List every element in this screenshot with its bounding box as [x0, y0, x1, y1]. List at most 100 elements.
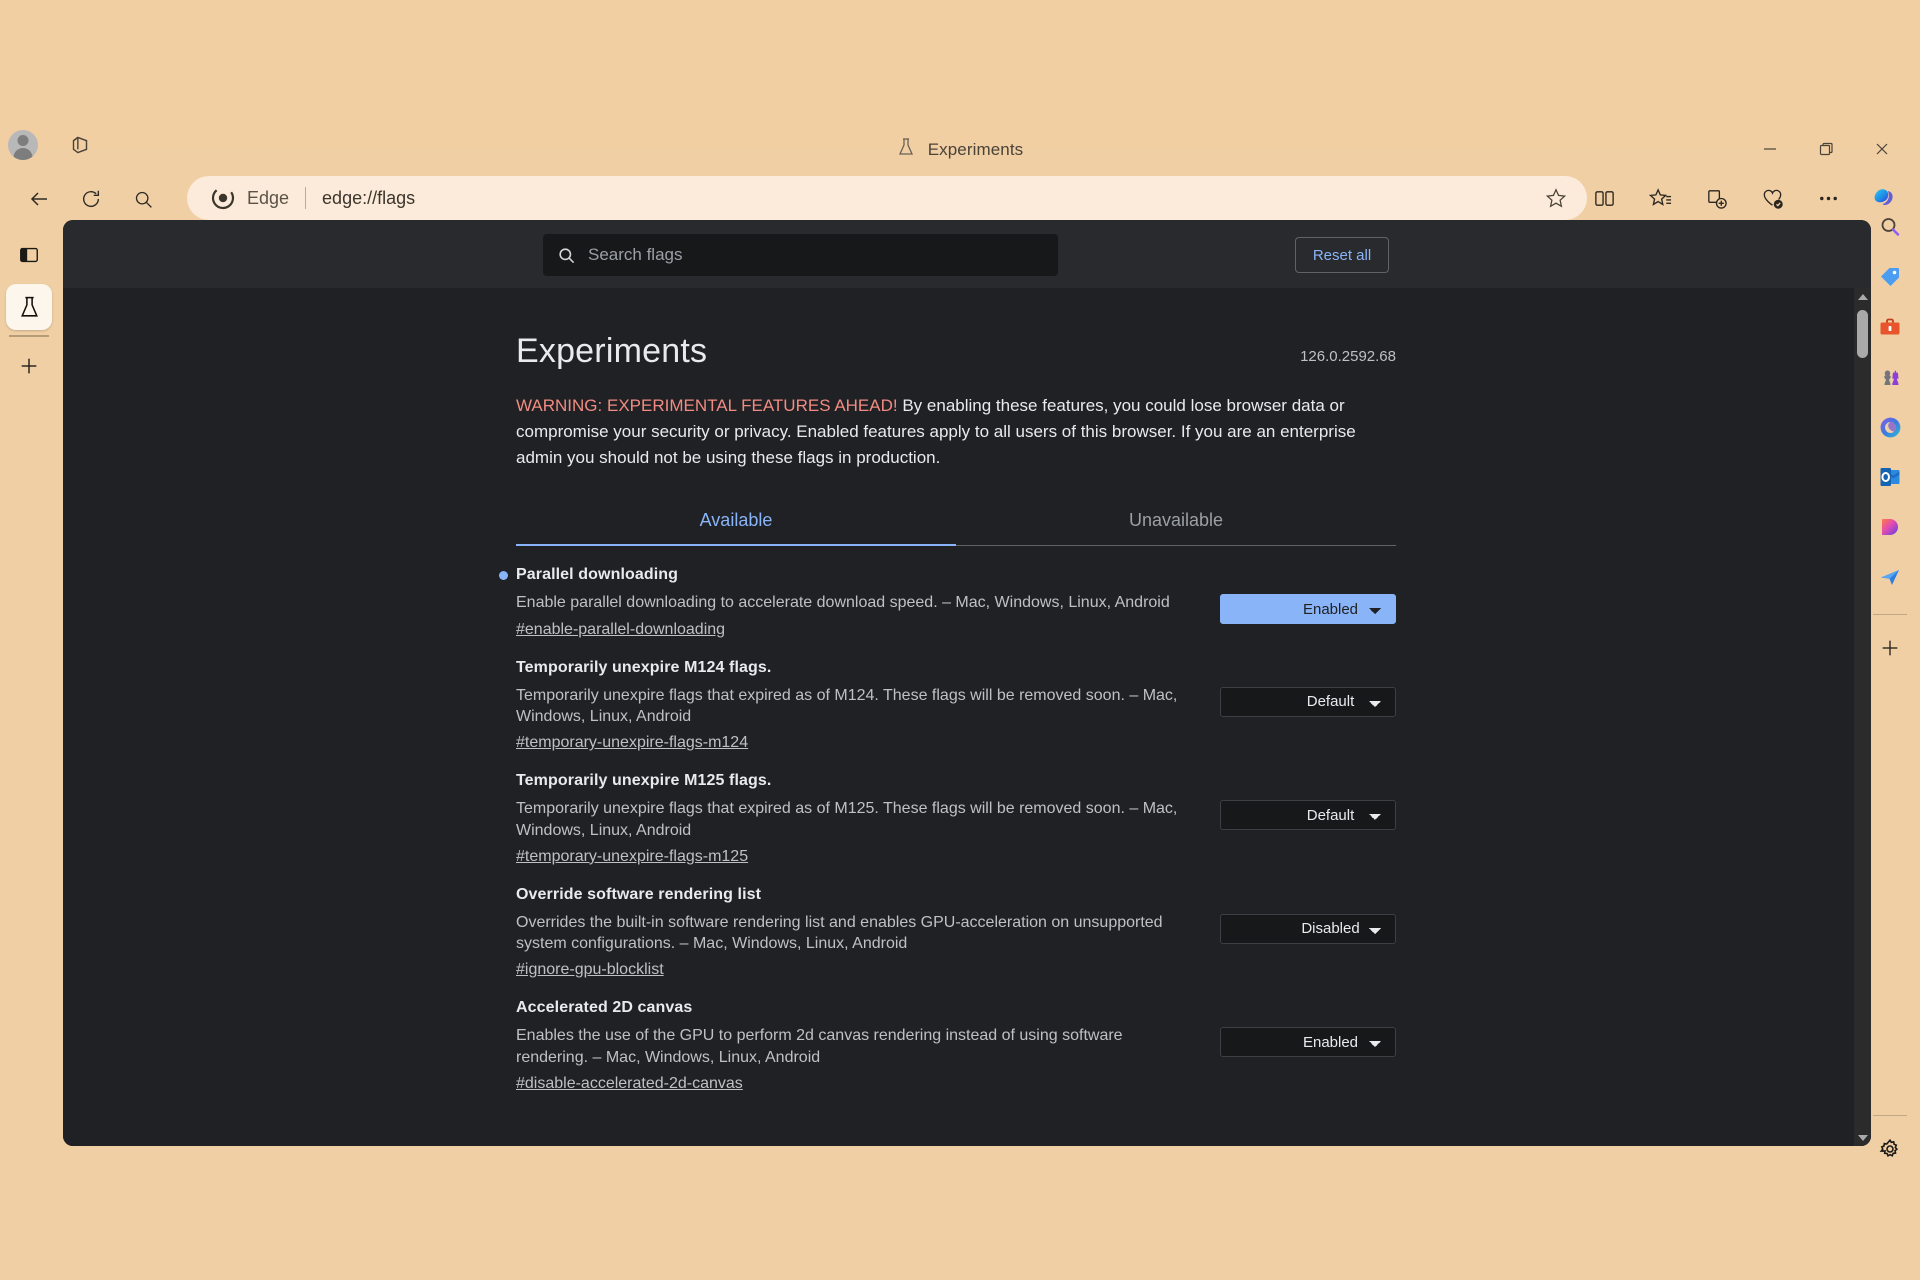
rail-divider [1873, 614, 1907, 615]
tab-title-text: Experiments [928, 140, 1024, 160]
flag-title: Override software rendering list [516, 886, 1199, 904]
scrollbar-thumb[interactable] [1857, 310, 1868, 358]
flag-info: Parallel downloading Enable parallel down… [516, 566, 1199, 638]
designer-icon[interactable] [1867, 504, 1913, 550]
title-bar: Experiments [0, 0, 1920, 148]
flag-select-wrapper: DefaultEnabledDisabled [1220, 999, 1396, 1057]
flag-select-wrapper: DefaultEnabledDisabled [1220, 886, 1396, 944]
games-icon[interactable] [1867, 354, 1913, 400]
browser-window: Experiments [0, 0, 1920, 1280]
back-button[interactable] [18, 178, 60, 220]
flags-tabs: Available Unavailable [516, 500, 1396, 546]
add-icon[interactable] [6, 343, 52, 389]
flag-select-wrapper: DefaultEnabledDisabled [1220, 566, 1396, 624]
flags-content: Experiments 126.0.2592.68 WARNING: EXPER… [516, 288, 1396, 1093]
flag-list: Parallel downloading Enable parallel down… [516, 546, 1396, 1092]
search-input[interactable] [588, 245, 1018, 265]
search-icon[interactable] [1867, 204, 1913, 250]
flag-select-wrapper: DefaultEnabledDisabled [1220, 772, 1396, 830]
experiments-icon[interactable] [6, 284, 52, 330]
flag-row: Temporarily unexpire M124 flags. Temporar… [516, 639, 1396, 753]
outlook-icon[interactable] [1867, 454, 1913, 500]
active-tab[interactable]: Experiments [0, 137, 1920, 162]
split-screen-icon[interactable] [1576, 176, 1632, 220]
flag-info: Temporarily unexpire M125 flags. Temporar… [516, 772, 1199, 866]
flags-search-bar: Reset all [63, 220, 1871, 288]
flag-title-text: Override software rendering list [516, 886, 761, 903]
warning-headline: WARNING: EXPERIMENTAL FEATURES AHEAD! [516, 396, 898, 415]
scroll-down-button[interactable] [1854, 1129, 1871, 1146]
close-button[interactable] [1854, 130, 1910, 168]
reset-all-button[interactable]: Reset all [1295, 237, 1389, 273]
rail-divider [9, 335, 49, 337]
shopping-icon[interactable] [1867, 254, 1913, 300]
page-title: Experiments [516, 332, 1396, 371]
flag-description: Enables the use of the GPU to perform 2d… [516, 1025, 1199, 1068]
browser-essentials-icon[interactable] [1744, 176, 1800, 220]
flag-title-text: Temporarily unexpire M125 flags. [516, 772, 771, 789]
microsoft-365-icon[interactable] [1867, 404, 1913, 450]
flag-permalink[interactable]: #temporary-unexpire-flags-m124 [516, 734, 748, 752]
flag-info: Override software rendering list Override… [516, 886, 1199, 980]
search-flags-box[interactable] [543, 234, 1058, 276]
rail-divider-bottom [1873, 1115, 1907, 1116]
flag-info: Accelerated 2D canvas Enables the use of … [516, 999, 1199, 1093]
search-toolbar-icon[interactable] [122, 178, 164, 220]
flag-title: Temporarily unexpire M125 flags. [516, 772, 1199, 790]
flag-permalink[interactable]: #ignore-gpu-blocklist [516, 961, 664, 979]
settings-and-more-icon[interactable] [1800, 176, 1856, 220]
restore-button[interactable] [1798, 130, 1854, 168]
flag-title-text: Temporarily unexpire M124 flags. [516, 659, 771, 676]
tab-unavailable[interactable]: Unavailable [956, 500, 1396, 545]
profile-row [8, 130, 94, 160]
settings-icon[interactable] [1867, 1126, 1913, 1172]
flag-permalink[interactable]: #temporary-unexpire-flags-m125 [516, 848, 748, 866]
flag-state-select[interactable]: DefaultEnabledDisabled [1220, 914, 1396, 944]
flag-state-select[interactable]: DefaultEnabledDisabled [1220, 594, 1396, 624]
omnibox-url-text: edge://flags [322, 188, 415, 209]
flag-info: Temporarily unexpire M124 flags. Temporar… [516, 659, 1199, 753]
tab-available[interactable]: Available [516, 500, 956, 545]
scroll-up-button[interactable] [1854, 288, 1871, 305]
flag-title: Temporarily unexpire M124 flags. [516, 659, 1199, 677]
tab-actions-icon[interactable] [6, 232, 52, 278]
flag-description: Overrides the built-in software renderin… [516, 912, 1199, 955]
flag-select-wrapper: DefaultEnabledDisabled [1220, 659, 1396, 717]
reload-button[interactable] [70, 178, 112, 220]
collections-icon[interactable] [1688, 176, 1744, 220]
tab-group-icon[interactable] [66, 131, 94, 159]
flag-state-select[interactable]: DefaultEnabledDisabled [1220, 1027, 1396, 1057]
flag-description: Temporarily unexpire flags that expired … [516, 685, 1199, 728]
tools-icon[interactable] [1867, 304, 1913, 350]
flag-row: Temporarily unexpire M125 flags. Temporar… [516, 752, 1396, 866]
page-scrollbar[interactable] [1854, 288, 1871, 1146]
flag-title-text: Parallel downloading [516, 566, 678, 583]
flag-title-text: Accelerated 2D canvas [516, 999, 692, 1016]
flag-permalink[interactable]: #disable-accelerated-2d-canvas [516, 1075, 743, 1093]
page-viewport: Reset all Experiments 126.0.2592.68 WARN… [63, 220, 1871, 1146]
add-icon[interactable] [1867, 625, 1913, 671]
flag-description: Enable parallel downloading to accelerat… [516, 592, 1199, 613]
favorites-icon[interactable] [1632, 176, 1688, 220]
drop-icon[interactable] [1867, 554, 1913, 600]
left-sidebar [0, 226, 58, 1280]
omnibox-brand-label: Edge [247, 188, 289, 209]
window-controls [1742, 130, 1910, 168]
minimize-button[interactable] [1742, 130, 1798, 168]
flag-title: Parallel downloading [516, 566, 1199, 584]
omnibox-separator [305, 187, 306, 209]
flag-state-select[interactable]: DefaultEnabledDisabled [1220, 687, 1396, 717]
flag-row: Accelerated 2D canvas Enables the use of … [516, 979, 1396, 1093]
flag-permalink[interactable]: #enable-parallel-downloading [516, 621, 725, 639]
flag-state-select[interactable]: DefaultEnabledDisabled [1220, 800, 1396, 830]
modified-indicator-dot [499, 571, 508, 580]
experiments-flask-icon [897, 137, 915, 162]
flags-content-scroll: Experiments 126.0.2592.68 WARNING: EXPER… [63, 288, 1871, 1146]
avatar[interactable] [8, 130, 38, 160]
experimental-warning: WARNING: EXPERIMENTAL FEATURES AHEAD! By… [516, 393, 1392, 470]
add-favorite-icon[interactable] [1541, 183, 1571, 213]
flag-description: Temporarily unexpire flags that expired … [516, 798, 1199, 841]
search-icon [557, 246, 576, 265]
address-bar[interactable]: Edge edge://flags [187, 176, 1587, 220]
flag-row: Parallel downloading Enable parallel down… [516, 546, 1396, 638]
